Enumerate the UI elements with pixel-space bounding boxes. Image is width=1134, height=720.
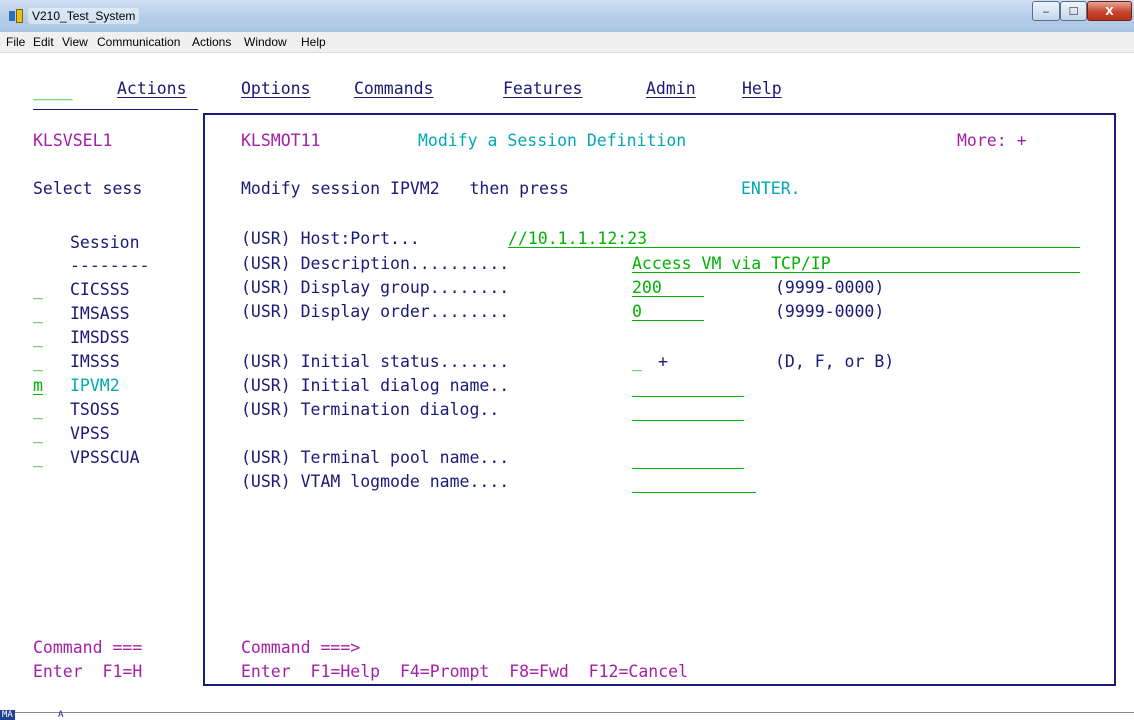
- session-selector[interactable]: _: [33, 278, 43, 302]
- initial-status-field[interactable]: _: [632, 350, 642, 374]
- terminal-pool-label: (USR) Terminal pool name...: [241, 448, 520, 467]
- session-selector[interactable]: _: [33, 350, 43, 374]
- menu-help[interactable]: Help: [301, 35, 326, 49]
- session-name: IMSSS: [70, 352, 120, 371]
- session-name: VPSSCUA: [70, 448, 140, 467]
- session-name: IMSDSS: [70, 328, 130, 347]
- terminal-pool-field[interactable]: [632, 450, 744, 469]
- pulldown-input[interactable]: ____: [33, 79, 73, 103]
- terminal-app-icon[interactable]: [9, 9, 23, 23]
- pulldown-actions[interactable]: Actions: [117, 77, 187, 101]
- menu-window[interactable]: Window: [244, 35, 287, 49]
- host-port-value: //10.1.1.12:23: [508, 229, 648, 248]
- maximize-button[interactable]: ☐: [1060, 1, 1087, 21]
- background-command-label: Command ===: [33, 638, 143, 657]
- session-column-rule: --------: [70, 256, 150, 275]
- initial-dialog-field[interactable]: [632, 378, 744, 397]
- close-button[interactable]: X: [1087, 1, 1132, 21]
- initial-status-hint: (D, F, or B): [775, 352, 895, 371]
- host-port-field[interactable]: //10.1.1.12:23: [508, 229, 1080, 248]
- session-name: CICSSS: [70, 280, 130, 299]
- session-selector[interactable]: _: [33, 422, 43, 446]
- session-selector-active[interactable]: m: [33, 374, 43, 398]
- session-column-header: Session: [70, 233, 140, 252]
- display-group-field[interactable]: 200: [632, 278, 704, 297]
- menu-communication[interactable]: Communication: [97, 35, 180, 49]
- termination-dialog-field[interactable]: [632, 402, 744, 421]
- popup-pfkeys: Enter F1=Help F4=Prompt F8=Fwd F12=Cance…: [241, 662, 689, 681]
- menu-file[interactable]: File: [6, 35, 25, 49]
- session-selector[interactable]: _: [33, 326, 43, 350]
- description-field[interactable]: Access VM via TCP/IP: [632, 254, 1080, 273]
- instruction-enter-key: ENTER.: [741, 179, 801, 198]
- display-group-hint: (9999-0000): [775, 278, 885, 297]
- popup-title: Modify a Session Definition: [418, 131, 687, 150]
- vtam-logmode-field[interactable]: [632, 474, 756, 493]
- description-value: Access VM via TCP/IP: [632, 254, 831, 273]
- popup-border-bottom: [203, 684, 1116, 686]
- pulldown-commands[interactable]: Commands: [354, 77, 433, 101]
- emulator-menu-bar: File Edit View Communication Actions Win…: [0, 32, 1134, 53]
- popup-border-left: [203, 113, 205, 686]
- minimize-button[interactable]: ‒: [1032, 1, 1060, 21]
- initial-status-prompt-marker[interactable]: +: [658, 350, 668, 374]
- menu-view[interactable]: View: [62, 35, 88, 49]
- display-order-label: (USR) Display order........: [241, 302, 520, 321]
- display-order-field[interactable]: 0: [632, 302, 704, 321]
- display-order-hint: (9999-0000): [775, 302, 885, 321]
- session-selector[interactable]: _: [33, 302, 43, 326]
- session-name-selected: IPVM2: [70, 376, 120, 395]
- terminal-screen[interactable]: ____ Actions Options Commands Features A…: [0, 53, 1134, 712]
- window-title-bar[interactable]: V210_Test_System ‒ ☐ X: [0, 0, 1134, 33]
- popup-border-right: [1114, 113, 1116, 686]
- pulldown-features[interactable]: Features: [503, 77, 582, 101]
- termination-dialog-label: (USR) Termination dialog..: [241, 400, 510, 419]
- session-name: TSOSS: [70, 400, 120, 419]
- pulldown-help[interactable]: Help: [742, 77, 782, 101]
- display-group-value: 200: [632, 278, 662, 297]
- display-order-value: 0: [632, 302, 642, 321]
- host-port-label: (USR) Host:Port...: [241, 229, 430, 248]
- session-selector[interactable]: _: [33, 398, 43, 422]
- background-panel-id: KLSVSEL1: [33, 131, 113, 150]
- session-name: IMSASS: [70, 304, 130, 323]
- select-session-prompt: Select sess: [33, 179, 143, 198]
- menu-actions[interactable]: Actions: [192, 35, 231, 49]
- more-indicator: More: +: [957, 131, 1027, 150]
- instruction-text: Modify session IPVM2 then press: [241, 179, 579, 198]
- vtam-logmode-label: (USR) VTAM logmode name....: [241, 472, 520, 491]
- pulldown-options[interactable]: Options: [241, 77, 311, 101]
- pulldown-admin[interactable]: Admin: [646, 77, 696, 101]
- session-selector[interactable]: _: [33, 446, 43, 470]
- initial-status-label: (USR) Initial status.......: [241, 352, 520, 371]
- initial-dialog-label: (USR) Initial dialog name..: [241, 376, 520, 395]
- pulldown-separator: [33, 109, 198, 110]
- popup-panel-id: KLSMOT11: [241, 131, 321, 150]
- description-label: (USR) Description..........: [241, 254, 520, 273]
- background-pfkeys: Enter F1=H: [33, 662, 143, 681]
- popup-command-label[interactable]: Command ===>: [241, 636, 360, 660]
- session-name: VPSS: [70, 424, 110, 443]
- menu-edit[interactable]: Edit: [33, 35, 54, 49]
- window-title: V210_Test_System: [28, 8, 140, 24]
- popup-border-top: [203, 113, 1116, 115]
- display-group-label: (USR) Display group........: [241, 278, 520, 297]
